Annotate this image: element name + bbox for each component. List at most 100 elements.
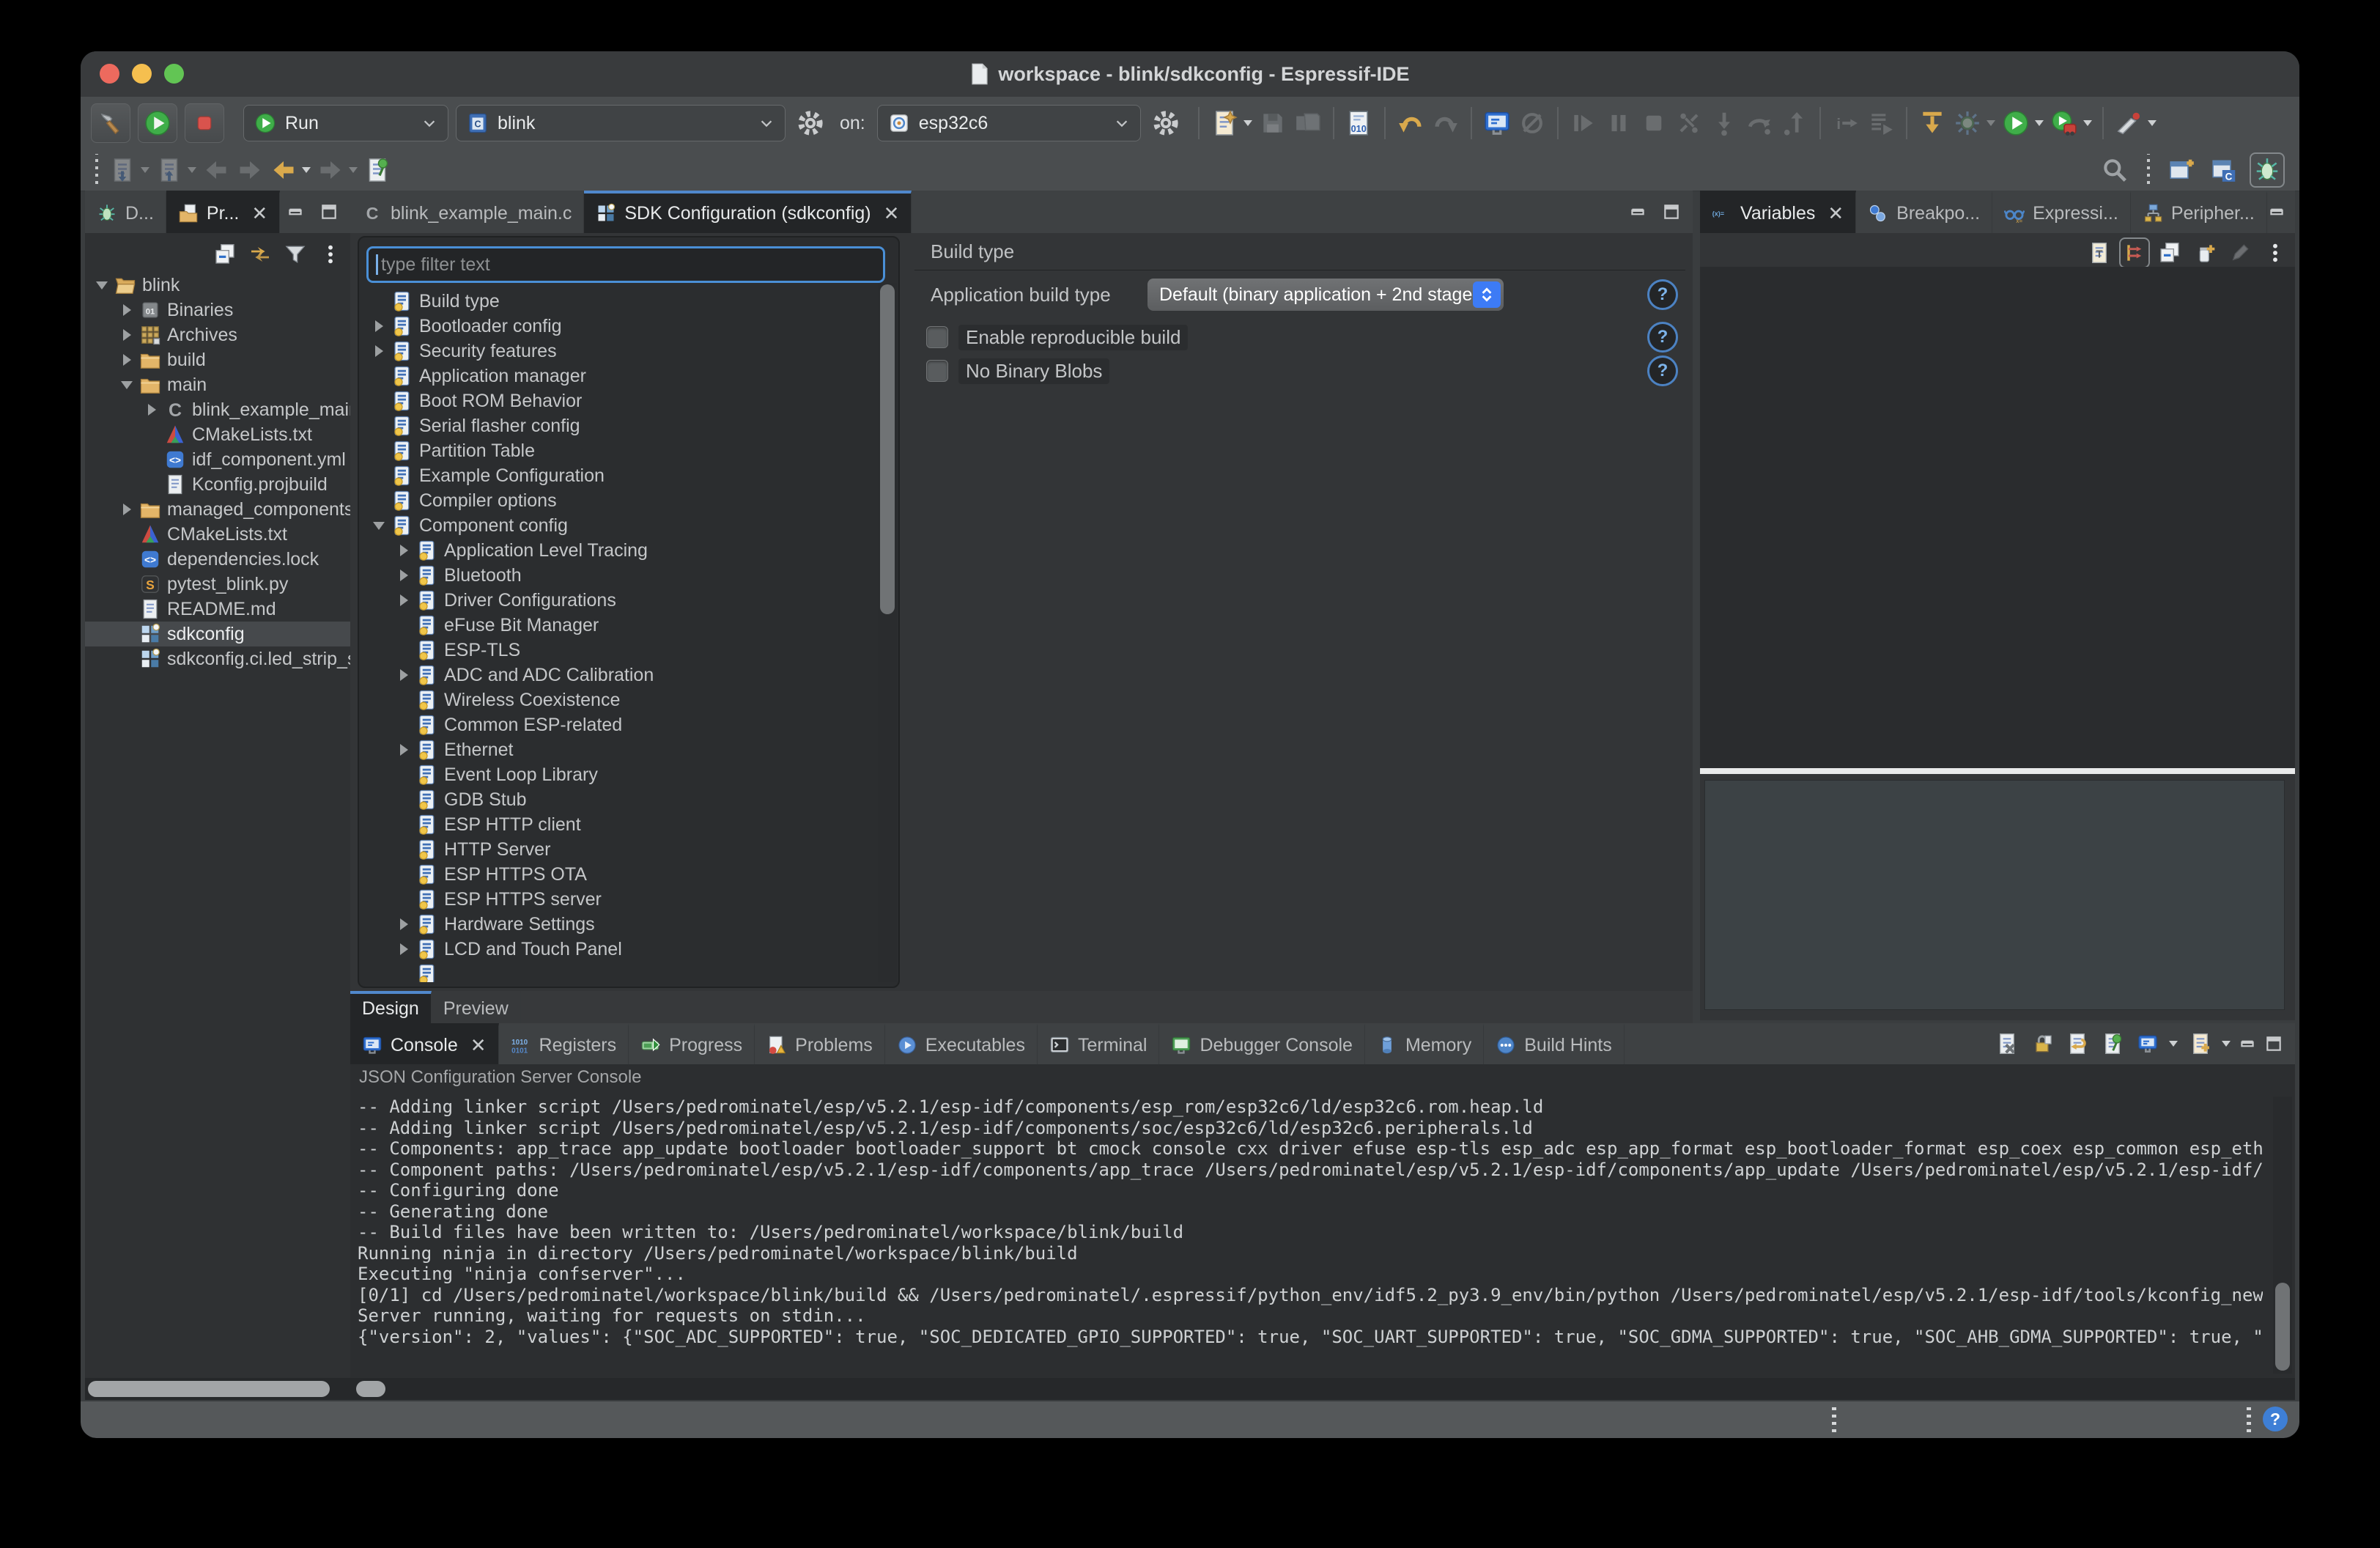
edit-button[interactable] (2228, 241, 2252, 265)
maximize-view-icon[interactable] (1662, 202, 1684, 221)
dropdown-arrow-icon[interactable] (349, 167, 358, 173)
tree-item[interactable]: README.md (85, 597, 350, 622)
tree-item[interactable]: Archives (85, 322, 350, 347)
target-gear-button[interactable] (1152, 109, 1180, 137)
close-tab-icon[interactable]: ✕ (470, 1034, 487, 1057)
tree-item[interactable]: Kconfig.projbuild (85, 472, 350, 497)
statusbar-grip[interactable] (1832, 1407, 1836, 1432)
new-wizard-button[interactable] (1211, 109, 1238, 137)
tree-item[interactable]: Hardware Settings (362, 912, 876, 937)
close-tab-icon[interactable]: ✕ (251, 202, 267, 225)
tree-item[interactable]: main (85, 372, 350, 397)
tree-item[interactable]: Security features (362, 339, 876, 364)
terminate-button[interactable] (1640, 109, 1668, 137)
show-type-names-button[interactable]: T (2088, 241, 2111, 265)
tree-item[interactable]: Serial flasher config (362, 413, 876, 438)
tree-item[interactable]: Example Configuration (362, 463, 876, 488)
chevron-closed-icon[interactable] (116, 324, 138, 346)
suspend-button[interactable] (1605, 109, 1633, 137)
tree-item[interactable]: ESP HTTPS OTA (362, 862, 876, 887)
tab-problems[interactable]: Problems (755, 1023, 885, 1064)
tree-item[interactable]: CMakeLists.txt (85, 422, 350, 447)
download-config-button[interactable] (109, 157, 136, 183)
nav-next-button[interactable] (237, 157, 263, 183)
dropdown-arrow-icon[interactable] (1987, 120, 1995, 126)
redo-button[interactable] (1432, 109, 1460, 137)
toolbar-grip[interactable] (94, 154, 100, 186)
chevron-closed-icon[interactable] (393, 589, 415, 611)
dropdown-arrow-icon[interactable] (1243, 120, 1252, 126)
chevron-closed-icon[interactable] (368, 340, 390, 362)
tree-item[interactable]: <>dependencies.lock (85, 547, 350, 572)
dropdown-arrow-icon[interactable] (2083, 120, 2092, 126)
minimize-view-icon[interactable] (2238, 1034, 2260, 1053)
tree-item[interactable]: Spytest_blink.py (85, 572, 350, 597)
tab-peripher-[interactable]: Peripher... (2131, 191, 2267, 233)
view-menu-button[interactable] (319, 243, 342, 266)
tab-blink-example-main-c[interactable]: Cblink_example_main.c (350, 191, 584, 233)
statusbar-grip[interactable] (2247, 1407, 2251, 1432)
tab-expressi-[interactable]: x=Expressi... (1992, 191, 2131, 233)
tree-item[interactable]: Application Level Tracing (362, 538, 876, 563)
chevron-closed-icon[interactable] (141, 399, 163, 421)
debug-launch-button[interactable] (2050, 109, 2078, 137)
tree-item[interactable]: Compiler options (362, 488, 876, 513)
move-to-line-button[interactable] (1867, 109, 1895, 137)
open-perspective-button[interactable] (2168, 156, 2196, 184)
chevron-closed-icon[interactable] (393, 664, 415, 686)
tree-item-selected[interactable]: sdkconfig (85, 622, 350, 646)
minimize-view-icon[interactable] (1628, 202, 1650, 221)
upload-config-button[interactable] (156, 157, 182, 183)
search-button[interactable] (2101, 156, 2129, 184)
instruction-step-button[interactable]: i (1832, 109, 1860, 137)
tree-item[interactable]: LCD and Touch Panel (362, 937, 876, 962)
chevron-closed-icon[interactable] (393, 564, 415, 586)
tree-item[interactable]: build (85, 347, 350, 372)
tab-progress[interactable]: Progress (629, 1023, 755, 1064)
tree-item[interactable]: Build type (362, 289, 876, 314)
external-tools-button[interactable] (2115, 109, 2143, 137)
resume-button[interactable] (1570, 109, 1597, 137)
build-button[interactable] (91, 103, 130, 143)
tree-item[interactable]: Boot ROM Behavior (362, 388, 876, 413)
tab-executables[interactable]: Executables (885, 1023, 1038, 1064)
chevron-closed-icon[interactable] (393, 913, 415, 935)
dropdown-arrow-icon[interactable] (2222, 1041, 2231, 1047)
dropdown-arrow-icon[interactable] (188, 167, 196, 173)
open-console-button[interactable] (2189, 1032, 2212, 1055)
help-status-button[interactable]: ? (2263, 1407, 2288, 1431)
console-vscrollbar[interactable] (2273, 1096, 2292, 1374)
forward-history-button[interactable] (317, 157, 344, 183)
target-select[interactable]: esp32c6 (877, 105, 1141, 141)
pin-console-button[interactable] (2101, 1032, 2124, 1055)
tree-item[interactable]: Component config (362, 513, 876, 538)
launch-config-gear-button[interactable] (797, 109, 824, 137)
tab-preview[interactable]: Preview (432, 991, 521, 1023)
chevron-closed-icon[interactable] (393, 739, 415, 761)
tree-item[interactable]: Bluetooth (362, 563, 876, 588)
tab-terminal[interactable]: Terminal (1038, 1023, 1159, 1064)
no-binary-blobs-checkbox[interactable] (926, 360, 948, 382)
dropdown-arrow-icon[interactable] (141, 167, 149, 173)
link-editor-button[interactable] (248, 243, 272, 266)
tree-item[interactable]: <>idf_component.yml (85, 447, 350, 472)
tab-breakpo-[interactable]: Breakpo... (1856, 191, 1992, 233)
binary-file-button[interactable]: 010 (1345, 109, 1373, 137)
tree-item[interactable]: sdkconfig.ci.led_strip_sp (85, 646, 350, 671)
tree-item[interactable]: Cblink_example_main.c (85, 397, 350, 422)
tab-variables[interactable]: (x)=Variables✕ (1700, 191, 1856, 233)
console-hscrollbar[interactable] (350, 1378, 2295, 1400)
launch-mode-select[interactable]: Run (243, 105, 448, 141)
step-into-button[interactable] (1710, 109, 1738, 137)
clear-console-button[interactable] (1995, 1032, 2019, 1055)
tree-item[interactable]: CMakeLists.txt (85, 522, 350, 547)
tree-item[interactable]: managed_components (85, 497, 350, 522)
help-button[interactable]: ? (1647, 279, 1678, 310)
word-wrap-button[interactable] (2066, 1032, 2089, 1055)
dropdown-arrow-icon[interactable] (2169, 1041, 2178, 1047)
tree-item[interactable]: Wireless Coexistence (362, 688, 876, 712)
console-view-button[interactable] (1483, 109, 1511, 137)
minimize-view-icon[interactable] (286, 202, 308, 221)
tree-item[interactable]: Ethernet (362, 737, 876, 762)
launch-config-select[interactable]: C blink (456, 105, 786, 141)
